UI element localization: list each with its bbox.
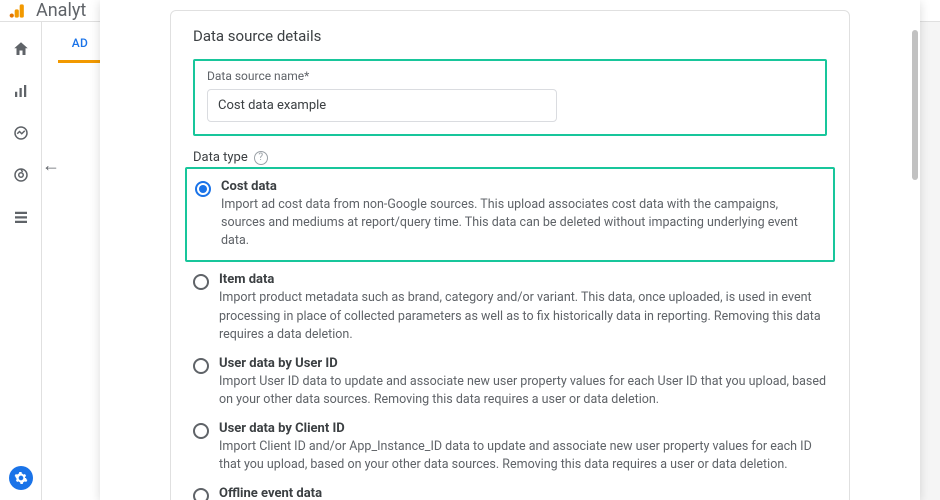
radio-button[interactable]: [193, 488, 209, 500]
radio-option-1[interactable]: Item data Import product metadata such a…: [193, 266, 827, 349]
radio-button[interactable]: [193, 423, 209, 439]
data-source-modal: Data source details Data source name* Da…: [100, 0, 920, 500]
back-arrow-icon[interactable]: ←: [42, 155, 60, 176]
data-source-name-label: Data source name*: [207, 69, 813, 83]
radio-option-4[interactable]: Offline event data Import offline events…: [193, 480, 827, 500]
data-source-name-input[interactable]: [207, 89, 557, 122]
radio-title: User data by Client ID: [219, 421, 827, 436]
left-nav-rail: [0, 22, 42, 500]
data-source-details-card: Data source details Data source name* Da…: [170, 10, 850, 500]
data-type-label: Data type: [193, 150, 248, 165]
radio-option-2[interactable]: User data by User ID Import User ID data…: [193, 350, 827, 415]
home-icon[interactable]: [12, 40, 30, 58]
card-title: Data source details: [193, 27, 827, 45]
radio-title: Item data: [219, 272, 827, 287]
radio-title: Cost data: [221, 179, 825, 194]
radio-title: User data by User ID: [219, 356, 827, 371]
app-title: Analyt: [36, 0, 86, 21]
radio-option-0[interactable]: Cost data Import ad cost data from non-G…: [195, 173, 825, 256]
radio-button[interactable]: [193, 358, 209, 374]
radio-button[interactable]: [193, 274, 209, 290]
radio-description: Import ad cost data from non-Google sour…: [221, 196, 825, 250]
admin-gear-button[interactable]: [9, 466, 33, 490]
radio-description: Import product metadata such as brand, c…: [219, 289, 827, 343]
secondary-column: AD: [42, 22, 102, 500]
tab-admin[interactable]: AD: [58, 22, 102, 63]
radio-option-3[interactable]: User data by Client ID Import Client ID …: [193, 415, 827, 480]
scrollbar-thumb[interactable]: [912, 30, 918, 180]
data-type-heading: Data type ?: [193, 150, 827, 165]
scrollbar[interactable]: [910, 30, 920, 490]
help-icon[interactable]: ?: [254, 151, 268, 165]
radio-description: Import User ID data to update and associ…: [219, 373, 827, 409]
advertising-icon[interactable]: [12, 166, 30, 184]
data-type-radio-group: Cost data Import ad cost data from non-G…: [193, 167, 827, 500]
reports-icon[interactable]: [12, 82, 30, 100]
analytics-logo-icon: [8, 1, 28, 21]
radio-description: Import Client ID and/or App_Instance_ID …: [219, 438, 827, 474]
configure-icon[interactable]: [12, 208, 30, 226]
radio-button[interactable]: [195, 181, 211, 197]
radio-title: Offline event data: [219, 486, 827, 500]
explore-icon[interactable]: [12, 124, 30, 142]
data-source-name-section: Data source name*: [193, 59, 827, 136]
